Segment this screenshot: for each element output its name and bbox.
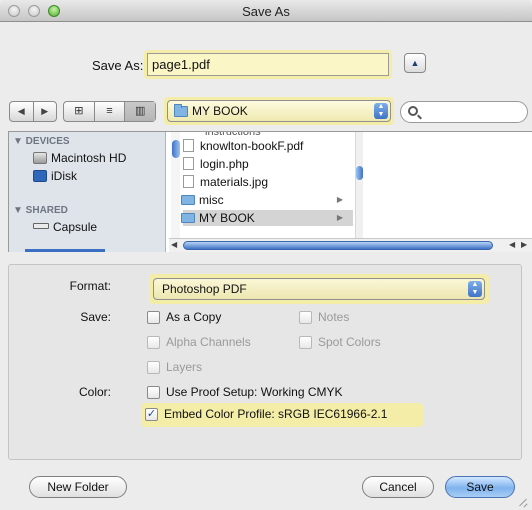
checkbox-box	[299, 310, 312, 324]
file-item[interactable]: materials.jpg	[183, 174, 353, 190]
file-browser: ▼ DEVICES Macintosh HD iDisk ▼ SHARED Ca…	[8, 131, 532, 252]
sidebar-item-label: Macintosh HD	[51, 151, 127, 165]
filename-input[interactable]	[147, 53, 389, 76]
network-drive-icon	[33, 223, 49, 229]
devices-header[interactable]: ▼ DEVICES	[13, 136, 70, 147]
file-column: instructions knowlton-bookF.pdf login.ph…	[169, 131, 363, 238]
search-icon	[408, 106, 418, 116]
checkbox-label: Layers	[166, 360, 203, 374]
checkbox-box	[147, 360, 160, 374]
back-button[interactable]: ◀	[10, 102, 33, 121]
checkbox-label: As a Copy	[166, 310, 222, 324]
image-file-icon	[183, 175, 194, 188]
location-highlight: MY BOOK ▲ ▼	[164, 97, 394, 125]
location-popup[interactable]: MY BOOK ▲ ▼	[167, 100, 391, 122]
save-options-panel: Format: Photoshop PDF ▲ ▼ Save: As a Copy…	[8, 264, 522, 460]
new-folder-button[interactable]: New Folder	[29, 476, 127, 498]
icon-view-button[interactable]: ⊞	[64, 102, 94, 121]
alpha-channels-checkbox[interactable]: Alpha Channels	[147, 335, 251, 349]
view-mode-control: ⊞ ≡ ▥	[63, 101, 156, 122]
browser-toolbar: ◀ ▶ ⊞ ≡ ▥ MY BOOK ▲ ▼	[0, 95, 532, 131]
checkbox-label: Spot Colors	[318, 335, 381, 349]
file-name: MY BOOK	[199, 211, 255, 225]
embed-color-profile-checkbox[interactable]: ✓ Embed Color Profile: sRGB IEC61966-2.1	[145, 407, 387, 421]
sidebar-item-label: iDisk	[51, 169, 77, 183]
cancel-button[interactable]: Cancel	[362, 476, 434, 498]
format-popup[interactable]: Photoshop PDF ▲ ▼	[153, 278, 485, 300]
save-button[interactable]: Save	[445, 476, 515, 498]
sidebar-item-label: Capsule	[53, 220, 98, 234]
checkbox-box	[147, 335, 160, 349]
title-bar: Save As	[0, 0, 532, 22]
file-name: misc	[199, 193, 224, 207]
scroll-thumb[interactable]	[172, 140, 180, 158]
folder-item-selected[interactable]: MY BOOK ▶	[181, 210, 353, 226]
location-label: MY BOOK	[192, 104, 248, 118]
layers-checkbox[interactable]: Layers	[147, 360, 202, 374]
php-file-icon	[183, 157, 194, 170]
folder-icon	[174, 104, 188, 117]
sidebar: ▼ DEVICES Macintosh HD iDisk ▼ SHARED Ca…	[9, 132, 166, 252]
format-label: Format:	[69, 279, 111, 293]
idisk-icon	[33, 170, 47, 182]
column-scrollbar[interactable]	[355, 132, 363, 238]
sidebar-item-capsule[interactable]: Capsule	[33, 220, 97, 234]
file-name: materials.jpg	[200, 175, 269, 189]
pdf-file-icon	[183, 139, 194, 152]
chevron-right-icon: ▶	[336, 195, 343, 204]
resize-grip-icon[interactable]	[518, 497, 528, 507]
list-view-button[interactable]: ≡	[93, 102, 125, 121]
filename-highlight	[144, 50, 392, 79]
search-field[interactable]	[400, 101, 528, 123]
file-name: login.php	[200, 157, 249, 171]
use-proof-setup-checkbox[interactable]: Use Proof Setup: Working CMYK	[147, 385, 343, 399]
embed-profile-highlight: ✓ Embed Color Profile: sRGB IEC61966-2.1	[141, 403, 423, 427]
folder-icon	[181, 195, 195, 205]
save-as-label: Save As:	[92, 58, 144, 73]
popup-arrows-icon: ▲ ▼	[468, 281, 482, 297]
color-label: Color:	[78, 385, 111, 399]
sidebar-item-idisk[interactable]: iDisk	[33, 169, 77, 183]
as-a-copy-checkbox[interactable]: As a Copy	[147, 310, 221, 324]
hard-drive-icon	[33, 152, 47, 164]
spot-colors-checkbox[interactable]: Spot Colors	[299, 335, 381, 349]
checkbox-label: Embed Color Profile: sRGB IEC61966-2.1	[164, 407, 388, 421]
left-scrollbar[interactable]	[171, 132, 180, 238]
horizontal-scrollbar[interactable]: ◀ ◀ ▶	[169, 238, 532, 252]
sidebar-item-macintosh-hd[interactable]: Macintosh HD	[33, 151, 126, 165]
notes-checkbox[interactable]: Notes	[299, 310, 349, 324]
file-name: knowlton-bookF.pdf	[200, 139, 304, 153]
partial-file-item: instructions	[205, 131, 261, 138]
chevron-right-icon: ▶	[336, 213, 343, 222]
format-value: Photoshop PDF	[162, 282, 247, 296]
sidebar-partial-item	[25, 249, 105, 252]
forward-button[interactable]: ▶	[32, 102, 57, 121]
horizontal-scroll-thumb[interactable]	[183, 241, 493, 250]
checkmark-icon: ✓	[145, 407, 158, 421]
folder-icon	[181, 213, 195, 223]
save-options-label: Save:	[80, 310, 111, 324]
file-item[interactable]: login.php	[183, 156, 353, 172]
back-forward-control: ◀ ▶	[9, 101, 57, 122]
checkbox-box	[299, 335, 312, 349]
checkbox-label: Use Proof Setup: Working CMYK	[166, 385, 343, 399]
window-title: Save As	[242, 4, 290, 19]
checkbox-box	[147, 385, 160, 399]
shared-header[interactable]: ▼ SHARED	[13, 205, 68, 216]
checkbox-label: Notes	[318, 310, 350, 324]
checkbox-box	[147, 310, 160, 324]
expand-collapse-button[interactable]: ▲	[404, 53, 426, 73]
column-view-button[interactable]: ▥	[124, 102, 156, 121]
checkbox-label: Alpha Channels	[166, 335, 251, 349]
popup-arrows-icon: ▲ ▼	[374, 103, 388, 119]
scroll-left-icon[interactable]: ◀	[509, 240, 515, 249]
folder-item[interactable]: misc ▶	[181, 192, 353, 208]
format-highlight: Photoshop PDF ▲ ▼	[149, 274, 489, 304]
scroll-left-icon[interactable]: ◀	[171, 240, 177, 249]
scroll-right-icon[interactable]: ▶	[521, 240, 527, 249]
scroll-thumb[interactable]	[356, 166, 363, 180]
file-item[interactable]: knowlton-bookF.pdf	[183, 138, 353, 154]
